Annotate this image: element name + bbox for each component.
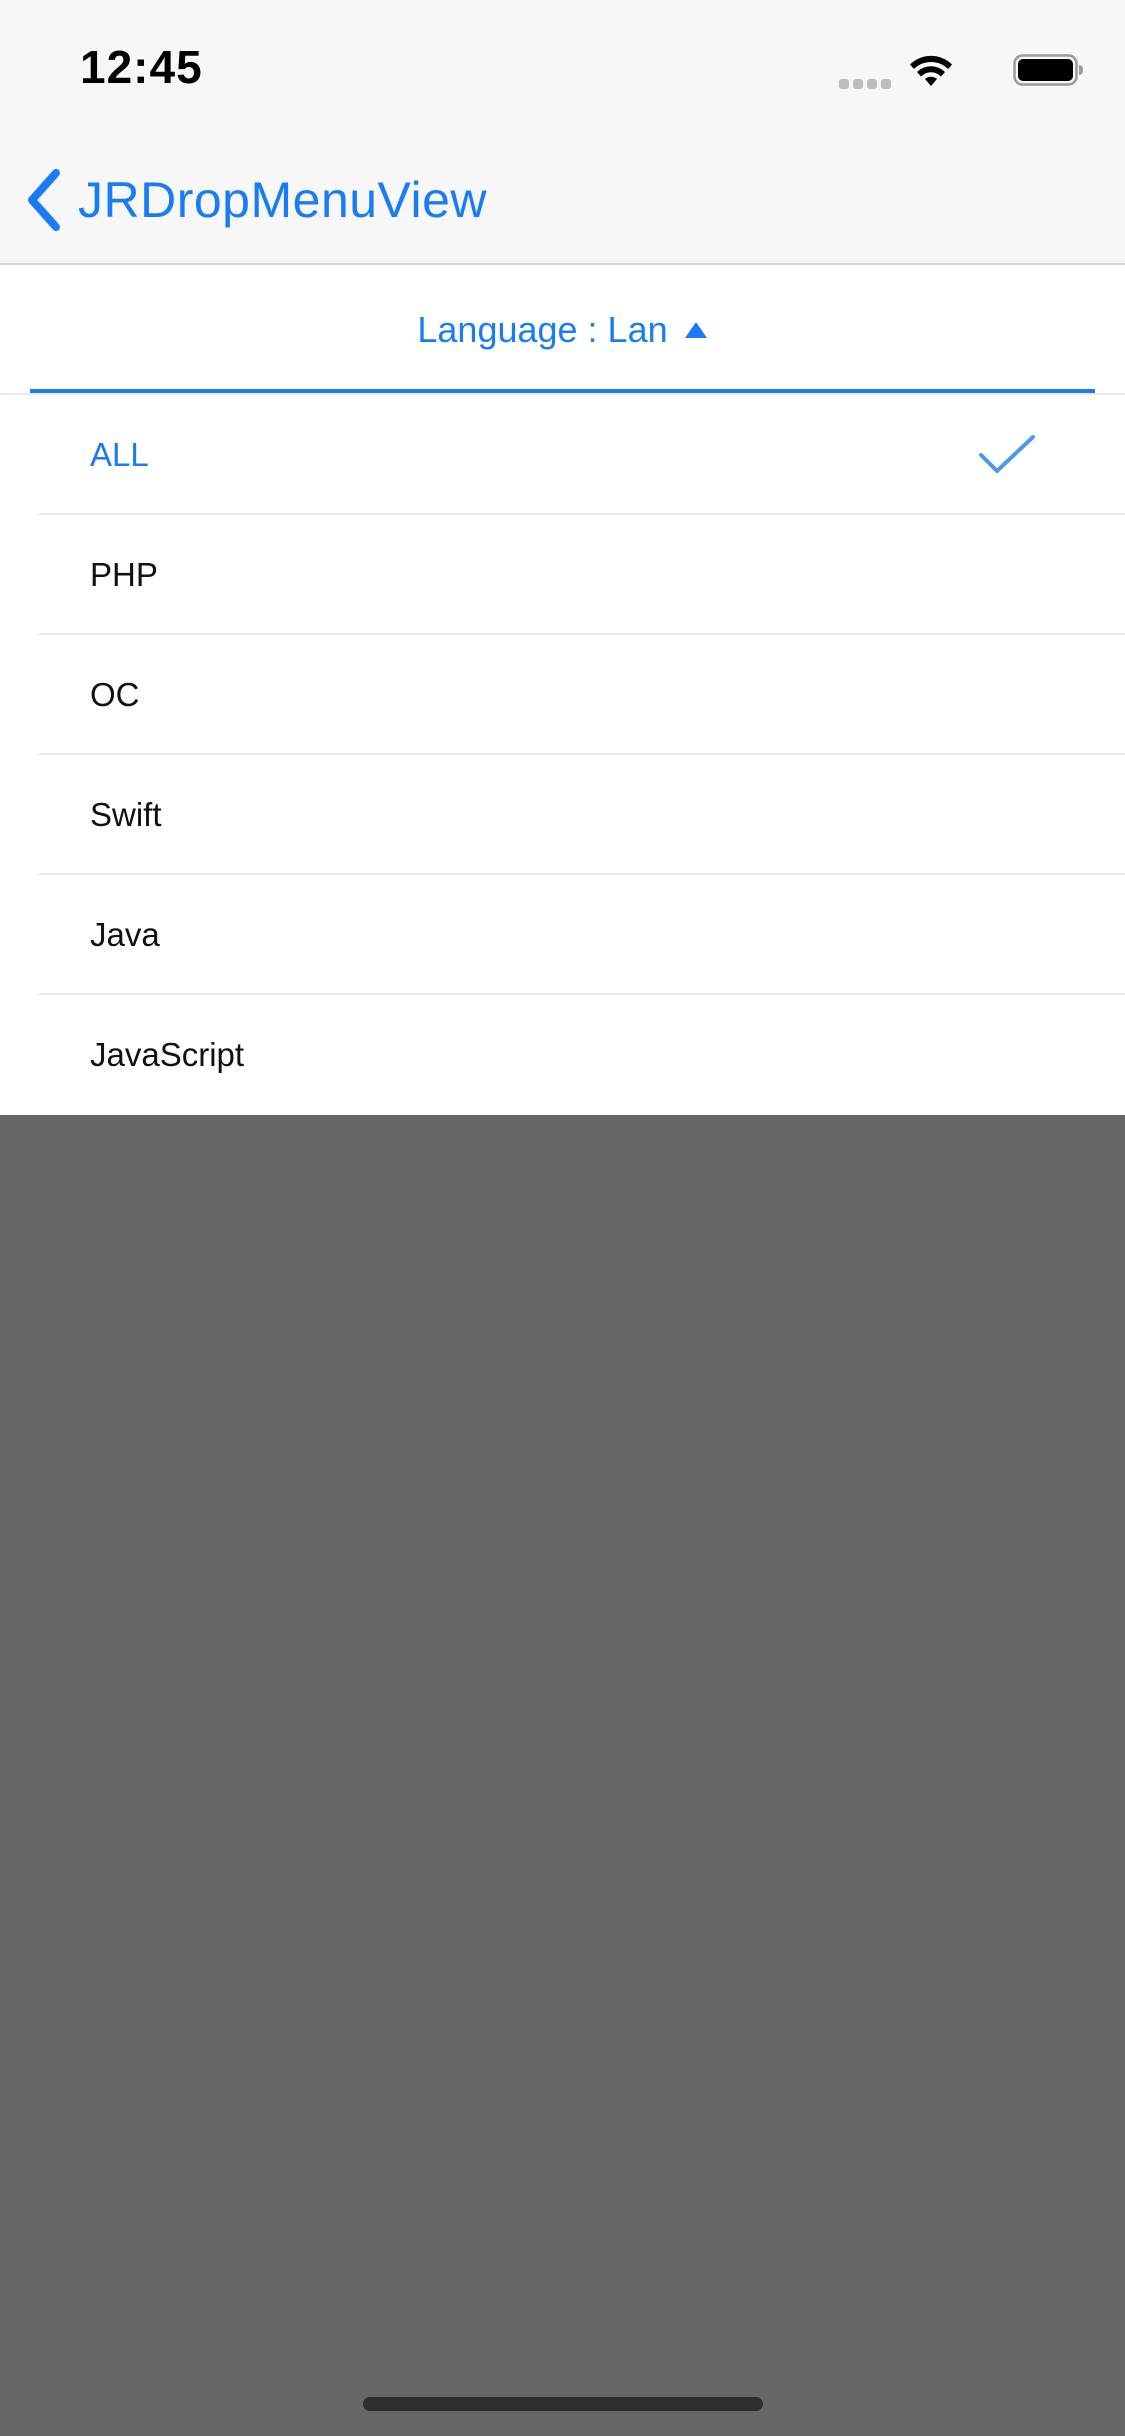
menu-item-swift[interactable]: Swift	[0, 755, 1125, 875]
status-time: 12:45	[80, 41, 203, 93]
dim-overlay[interactable]	[0, 1115, 1125, 2436]
screen: 12:45 JRDropMenuView Language: Lan ALL …	[0, 0, 1125, 2436]
menu-item-oc[interactable]: OC	[0, 635, 1125, 755]
battery-icon	[1013, 54, 1083, 86]
filter-bar: Language : Lan	[0, 267, 1125, 395]
nav-title: JRDropMenuView	[78, 172, 488, 228]
signal-dots-icon	[839, 76, 895, 89]
menu-item-java[interactable]: Java	[0, 875, 1125, 995]
menu-item-all[interactable]: ALL	[0, 395, 1125, 515]
back-button[interactable]: JRDropMenuView	[22, 160, 487, 240]
chevron-left-icon	[28, 169, 60, 231]
triangle-up-icon	[684, 322, 707, 338]
language-filter-button[interactable]: Language : Lan	[30, 267, 1095, 393]
menu-item-label: OC	[90, 676, 140, 713]
menu-item-label: PHP	[90, 556, 158, 593]
filter-label: Language : Lan	[417, 309, 668, 350]
menu-item-label: Swift	[90, 796, 162, 833]
menu-item-javascript[interactable]: JavaScript	[0, 995, 1125, 1115]
menu-item-label: JavaScript	[90, 1036, 245, 1073]
menu-item-label: Java	[90, 916, 160, 953]
menu-item-label: ALL	[90, 436, 149, 473]
dropdown-menu-list: ALL PHP OC Swift Java JavaScript	[0, 395, 1125, 1115]
checkmark-icon	[979, 435, 1035, 473]
menu-item-php[interactable]: PHP	[0, 515, 1125, 635]
wifi-icon	[910, 55, 952, 86]
navigation-bar: 12:45 JRDropMenuView	[0, 0, 1125, 265]
home-indicator	[363, 2397, 763, 2411]
